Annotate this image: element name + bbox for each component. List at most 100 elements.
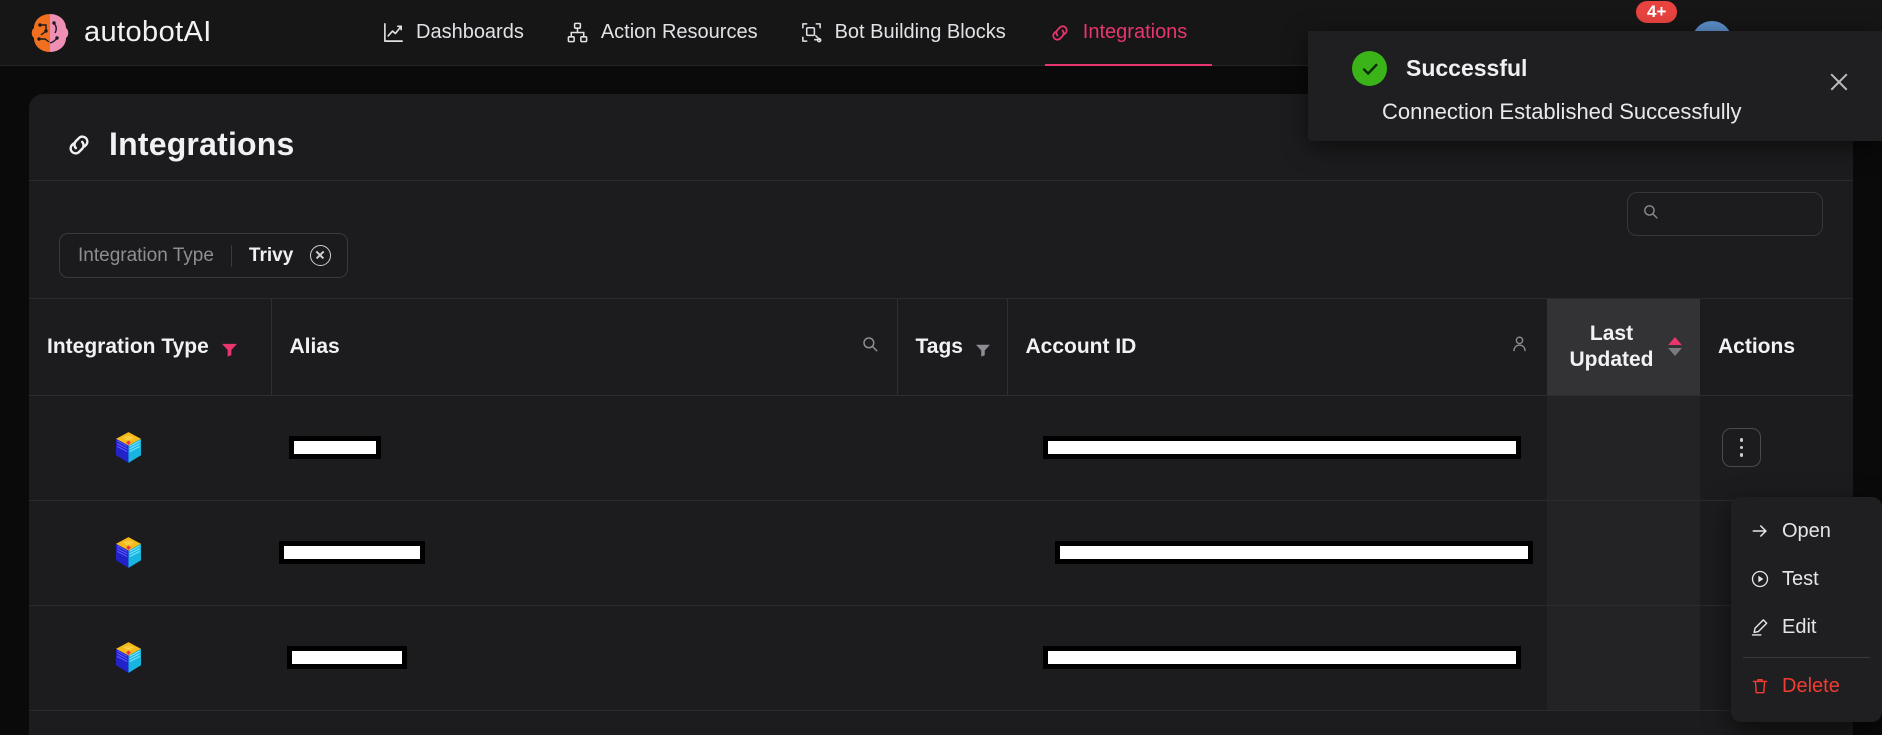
toast-header: Successful [1308,31,1882,86]
nav-item-integrations[interactable]: Integrations [1027,0,1213,66]
context-menu-item-edit[interactable]: Edit [1731,603,1882,651]
column-header-tags[interactable]: Tags [896,299,1007,396]
column-header-label: Last Updated [1569,321,1654,371]
column-header-integration-type[interactable]: Integration Type [29,299,271,396]
notification-count-badge: 4+ [1636,1,1678,23]
redacted-alias-value [287,646,407,669]
play-circle-icon [1750,569,1770,589]
active-nav-underline [1044,63,1213,66]
brand[interactable]: autobotAI [0,11,360,55]
page-title: Integrations [109,126,295,162]
brain-logo-icon [28,11,72,55]
cell-account-id [1007,605,1547,711]
context-menu-item-label: Test [1782,567,1819,590]
context-menu-item-test[interactable]: Test [1731,555,1882,603]
context-menu-item-open[interactable]: Open [1731,507,1882,555]
filter-funnel-icon[interactable] [975,339,992,357]
redacted-alias-value [289,436,381,459]
table-row[interactable] [29,395,1853,501]
search-input[interactable] [1627,192,1823,236]
table-header: Integration Type Alias Tags Account ID L… [29,299,1853,396]
cell-last-updated [1547,500,1700,606]
cell-tags [897,500,1007,606]
column-header-label: Account ID [1025,334,1137,358]
cell-tags [897,605,1007,711]
person-icon[interactable] [1510,334,1529,359]
trivy-cube-icon [115,536,142,569]
brand-name: autobotAI [84,16,212,48]
cell-integration-type [29,395,271,501]
column-header-label: Actions [1718,334,1796,358]
column-header-label: Alias [289,334,340,358]
nav-item-dashboards[interactable]: Dashboards [360,0,545,66]
column-header-label: Integration Type [47,334,209,358]
filter-chip-value: Trivy [248,244,294,266]
trivy-cube-icon [115,641,142,674]
column-header-label: Tags [915,334,963,358]
toast-title: Successful [1406,55,1528,81]
check-circle-icon [1352,51,1387,86]
nav-item-action-resources[interactable]: Action Resources [545,0,779,66]
redacted-account-id-value [1043,646,1521,669]
filter-row: Integration Type Trivy [59,233,349,278]
column-header-account-id[interactable]: Account ID [1006,299,1547,396]
trivy-cube-icon [115,431,142,464]
arrow-right-icon [1750,521,1770,541]
cell-integration-type [29,500,271,606]
redacted-account-id-value [1055,541,1533,564]
filter-chip-integration-type[interactable]: Integration Type Trivy [59,233,349,278]
close-circle-icon[interactable] [310,245,332,266]
context-menu-item-delete[interactable]: Delete [1731,662,1882,710]
nav-item-bot-building-blocks[interactable]: Bot Building Blocks [779,0,1027,66]
link-chain-icon [1048,21,1072,45]
app-root: autobotAI Dashboards Action Resources Bo… [0,0,1882,735]
toast-notification: Successful Connection Established Succes… [1308,31,1882,141]
cell-last-updated [1547,605,1700,711]
cell-alias [271,605,897,711]
context-menu-item-label: Delete [1782,674,1840,697]
pencil-icon [1750,617,1770,637]
nav-items: Dashboards Action Resources Bot Building… [360,0,1213,66]
context-menu-item-label: Open [1782,519,1831,542]
bot-blocks-icon [800,21,824,45]
sort-arrows-icon[interactable] [1668,337,1682,357]
search-icon[interactable] [861,335,879,359]
table-row[interactable] [29,500,1853,606]
integrations-table: Integration Type Alias Tags Account ID L… [29,299,1853,711]
header-controls [1627,192,1823,236]
cell-account-id [1007,395,1547,501]
redacted-account-id-value [1043,436,1521,459]
context-menu-divider [1743,657,1870,658]
column-header-last-updated[interactable]: Last Updated [1547,299,1700,396]
redacted-alias-value [279,541,425,564]
integrations-page-card: Integrations Integration Type Trivy Inte… [29,94,1853,735]
trash-icon [1750,676,1770,696]
cell-last-updated [1547,395,1700,501]
toast-message: Connection Established Successfully [1382,99,1742,124]
search-icon [1642,203,1659,225]
table-row[interactable] [29,605,1853,711]
nav-item-label: Action Resources [600,21,758,43]
integrations-table-wrap: Integration Type Alias Tags Account ID L… [29,298,1853,735]
header-divider [29,180,1853,181]
cell-account-id [1007,500,1547,606]
close-icon[interactable] [1828,71,1850,93]
filter-chip-separator [230,244,232,267]
table-header-row: Integration Type Alias Tags Account ID L… [29,299,1853,396]
filter-chip-label: Integration Type [78,244,214,266]
row-actions-context-menu: Open Test Edit Delete [1731,497,1882,722]
kebab-menu-icon[interactable] [1722,428,1761,467]
cell-integration-type [29,605,271,711]
column-header-alias[interactable]: Alias [270,299,897,396]
cell-actions [1700,395,1853,501]
nav-item-label: Integrations [1082,21,1188,43]
sitemap-icon [566,21,590,45]
cell-alias [271,395,897,501]
link-chain-icon [63,129,95,161]
table-body [29,395,1853,711]
chart-line-icon [381,21,405,45]
filter-funnel-icon[interactable] [221,339,238,357]
nav-item-label: Dashboards [416,21,524,43]
nav-item-label: Bot Building Blocks [834,21,1006,43]
context-menu-item-label: Edit [1782,615,1817,638]
